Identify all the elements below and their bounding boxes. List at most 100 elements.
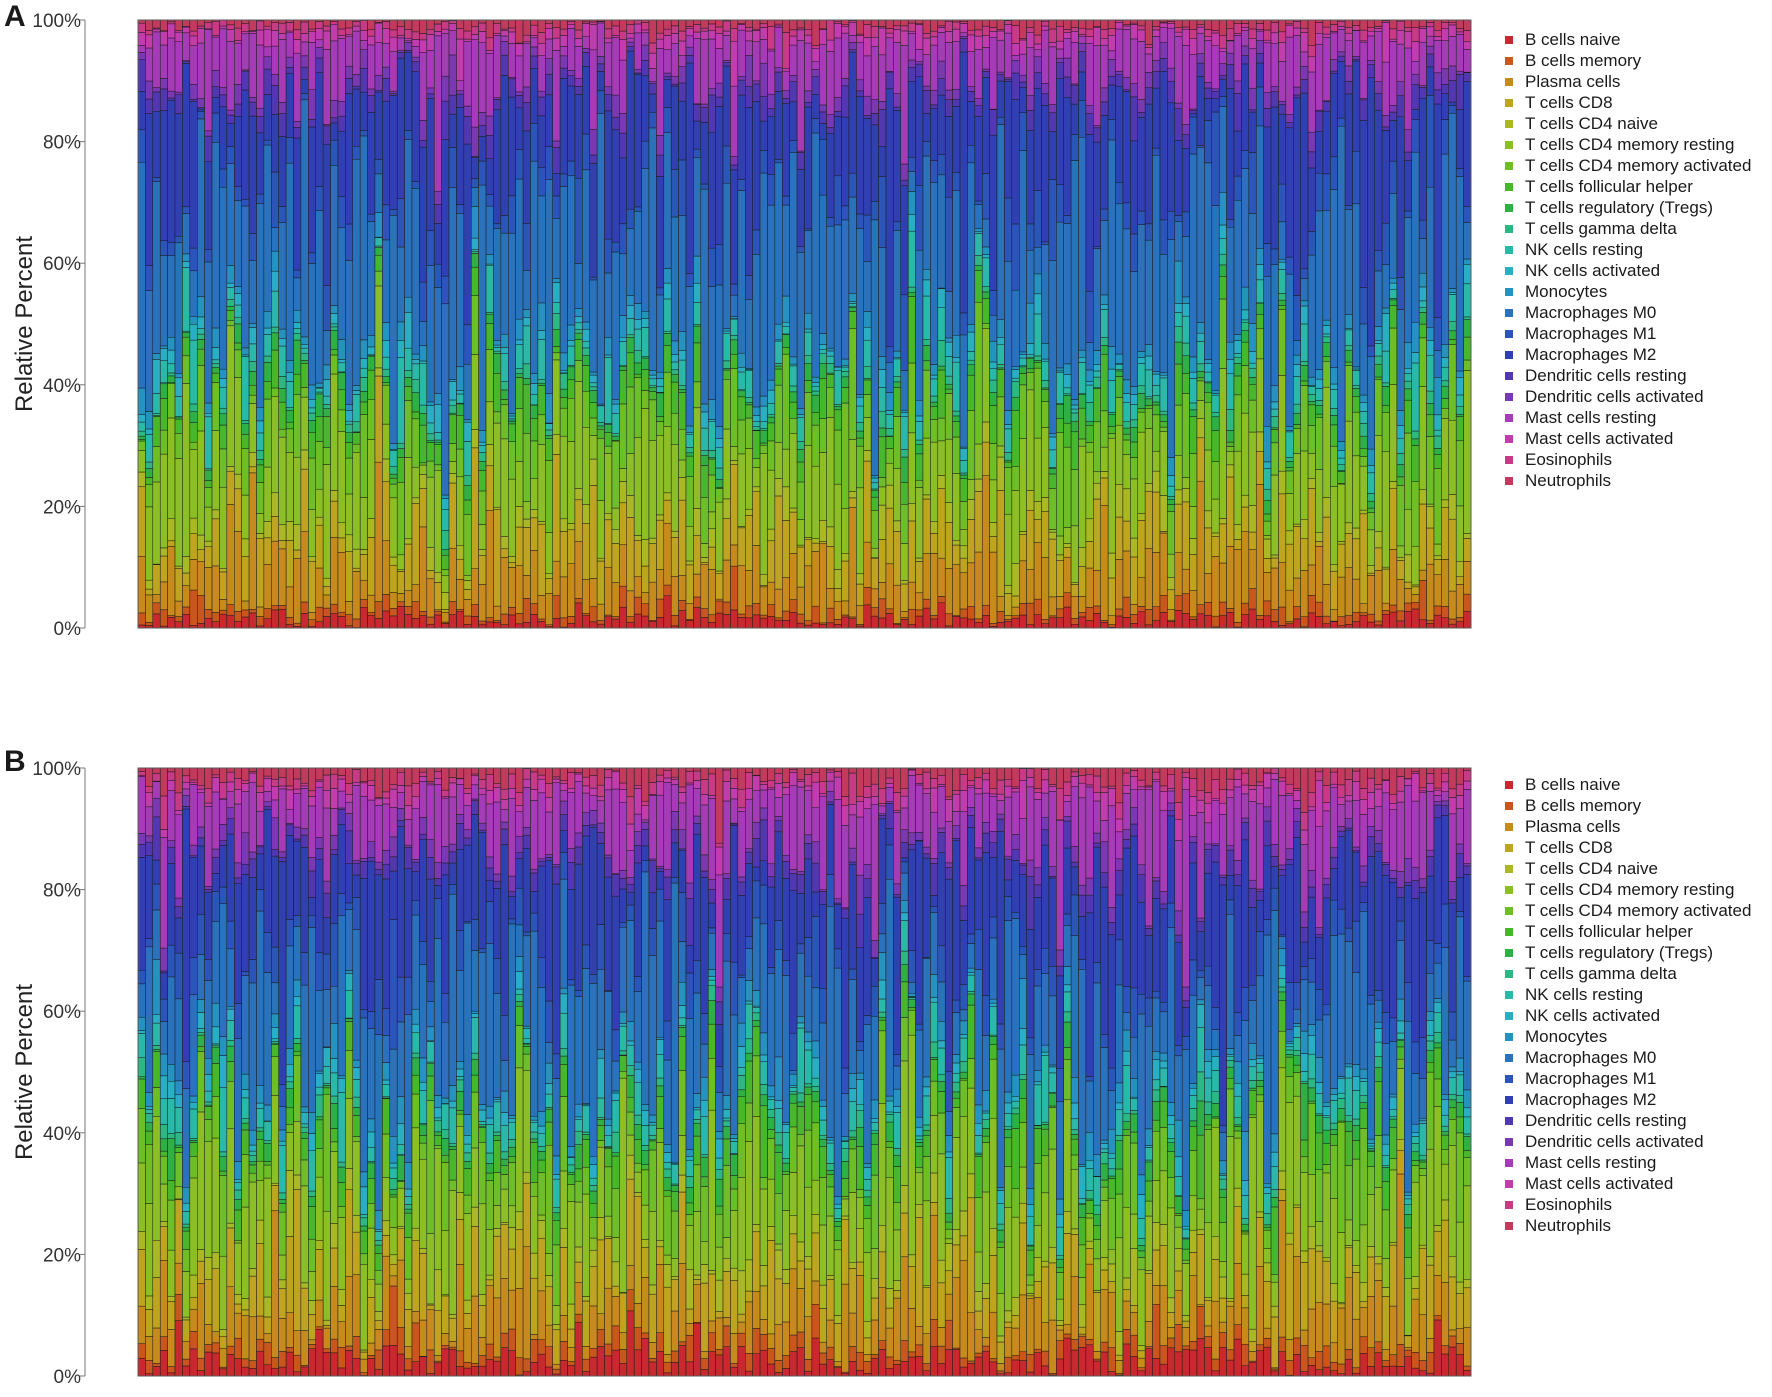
- bar-segment-t-cells-follicular-helper: [730, 353, 739, 369]
- bar-segment-nk-cells-resting: [404, 347, 413, 371]
- bar-segment-t-cells-cd4-memory-activated: [730, 368, 739, 447]
- bar-segment-dendritic-cells-resting: [1130, 96, 1138, 142]
- bar-segment-plasma-cells: [300, 531, 309, 603]
- bar-segment-t-cells-cd4-memory-activated: [182, 355, 191, 384]
- bar-segment-b-cells-naive: [1004, 621, 1013, 629]
- bar-segment-t-cells-follicular-helper: [1115, 376, 1124, 398]
- bar-segment-mast-cells-activated: [900, 30, 909, 46]
- bar-segment-t-cells-cd4-memory-activated: [1411, 481, 1420, 547]
- bar-segment-t-cells-cd4-memory-resting: [989, 479, 998, 523]
- bar-segment-dendritic-cells-activated: [1019, 74, 1027, 83]
- bar-segment-t-cells-cd4-memory-activated: [967, 410, 976, 480]
- bar-segment-t-cells-cd4-memory-resting: [1270, 474, 1279, 556]
- bar-segment-t-cells-follicular-helper: [241, 434, 250, 449]
- bar-segment-t-cells-gamma-delta: [878, 410, 887, 429]
- bar-segment-macrophages-m2: [256, 132, 265, 195]
- bar-segment-mast-cells-activated: [211, 777, 220, 793]
- bar-segment-mast-cells-activated: [567, 24, 576, 29]
- bar-segment-t-cells-follicular-helper: [263, 381, 272, 400]
- bar-segment-plasma-cells: [1330, 609, 1338, 622]
- bar-segment-macrophages-m0: [848, 196, 857, 294]
- bar-segment-plasma-cells: [811, 551, 820, 607]
- bar-segment-nk-cells-resting: [1330, 389, 1338, 409]
- bar-segment-dendritic-cells-activated: [604, 86, 613, 95]
- bar-segment-t-cells-cd8: [1056, 560, 1064, 597]
- bar-segment-monocytes: [752, 406, 761, 416]
- bar-segment-t-cells-gamma-delta: [167, 372, 176, 377]
- bar-segment-neutrophils: [396, 19, 405, 27]
- bar-segment-monocytes: [1448, 288, 1457, 293]
- bar-segment-nk-cells-resting: [196, 1028, 205, 1033]
- legend-swatch: [1505, 455, 1513, 464]
- bar-segment-mast-cells-activated: [330, 788, 339, 809]
- bar-segment-t-cells-regulatory-tregs: [952, 415, 961, 422]
- bar-segment-b-cells-naive: [285, 1351, 294, 1377]
- bar-segment-macrophages-m1: [471, 178, 479, 188]
- bar-segment-b-cells-memory: [293, 1354, 302, 1373]
- bar-segment-b-cells-naive: [730, 609, 739, 629]
- bar-segment-plasma-cells: [345, 601, 354, 615]
- bar-segment-t-cells-cd4-memory-resting: [833, 483, 842, 570]
- bar-segment-t-cells-cd4-memory-activated: [1426, 436, 1435, 505]
- bar-segment-dendritic-cells-activated: [374, 75, 383, 91]
- bar-segment-macrophages-m0: [1144, 239, 1153, 345]
- bar-segment-neutrophils: [700, 19, 709, 29]
- bar-segment-monocytes: [500, 333, 509, 348]
- bar-segment-t-cells-gamma-delta: [841, 371, 850, 378]
- bar-segment-mast-cells-resting: [1300, 51, 1309, 67]
- bar-segment-dendritic-cells-resting: [1263, 108, 1272, 128]
- legend-item: T cells CD4 naive: [1505, 113, 1751, 134]
- bar-segment-t-cells-follicular-helper: [293, 373, 302, 395]
- y-tick-label: 100%: [32, 11, 81, 32]
- bar-segment-t-cells-follicular-helper: [278, 401, 287, 430]
- bar-segment-eosinophils: [419, 33, 428, 41]
- bar-segment-t-cells-follicular-helper: [256, 1139, 265, 1162]
- bar-segment-dendritic-cells-activated: [1174, 102, 1183, 110]
- bar-segment-macrophages-m1: [345, 902, 354, 910]
- bar-segment-macrophages-m1: [796, 246, 805, 253]
- bar-segment-dendritic-cells-resting: [433, 204, 442, 224]
- sample-bar: [152, 19, 161, 629]
- bar-segment-b-cells-naive: [515, 623, 524, 629]
- bar-segment-t-cells-cd4-naive: [759, 573, 768, 586]
- bar-segment-b-cells-memory: [530, 603, 539, 615]
- sample-bar: [226, 19, 235, 629]
- bar-segment-macrophages-m0: [1344, 209, 1353, 315]
- sample-bar: [1041, 19, 1050, 629]
- bar-segment-dendritic-cells-activated: [315, 47, 324, 59]
- bar-segment-neutrophils: [1137, 19, 1146, 27]
- bar-segment-b-cells-memory: [159, 609, 168, 627]
- bar-segment-dendritic-cells-resting: [426, 93, 435, 99]
- bar-segment-t-cells-cd4-memory-resting: [1418, 386, 1427, 490]
- bar-segment-t-cells-follicular-helper: [1463, 336, 1472, 361]
- bar-segment-monocytes: [189, 1095, 198, 1103]
- bar-segment-nk-cells-resting: [922, 295, 931, 340]
- bar-segment-macrophages-m1: [1315, 172, 1324, 212]
- bar-segment-plasma-cells: [1122, 550, 1131, 598]
- bar-segment-plasma-cells: [271, 540, 279, 606]
- bar-segment-plasma-cells: [174, 1262, 183, 1295]
- bar-segment-b-cells-naive: [241, 1366, 250, 1377]
- bar-segment-macrophages-m1: [1218, 96, 1227, 107]
- bar-segment-macrophages-m2: [389, 95, 398, 210]
- bar-segment-monocytes: [1159, 372, 1168, 376]
- sample-bar: [1226, 19, 1235, 629]
- bar-segment-dendritic-cells-resting: [219, 94, 228, 108]
- bar-segment-t-cells-cd4-memory-activated: [1063, 446, 1072, 528]
- bar-segment-monocytes: [767, 379, 776, 391]
- bar-segment-mast-cells-activated: [1270, 32, 1279, 44]
- bar-segment-t-cells-cd4-memory-activated: [633, 377, 642, 438]
- bar-segment-dendritic-cells-resting: [256, 846, 265, 855]
- y-tick-label: 20%: [43, 1245, 81, 1266]
- bar-segment-plasma-cells: [648, 581, 657, 621]
- bar-segment-t-cells-cd4-naive: [670, 530, 679, 538]
- bar-segment-plasma-cells: [1137, 576, 1146, 607]
- sample-bar: [285, 767, 294, 1377]
- bar-segment-t-cells-cd8: [1374, 547, 1383, 571]
- bar-segment-mast-cells-resting: [1218, 51, 1227, 64]
- bar-segment-dendritic-cells-resting: [545, 73, 553, 96]
- bar-segment-t-cells-cd8: [1278, 493, 1287, 563]
- bar-segment-mast-cells-resting: [152, 781, 161, 799]
- bar-segment-neutrophils: [678, 19, 687, 32]
- bar-segment-dendritic-cells-resting: [345, 830, 354, 864]
